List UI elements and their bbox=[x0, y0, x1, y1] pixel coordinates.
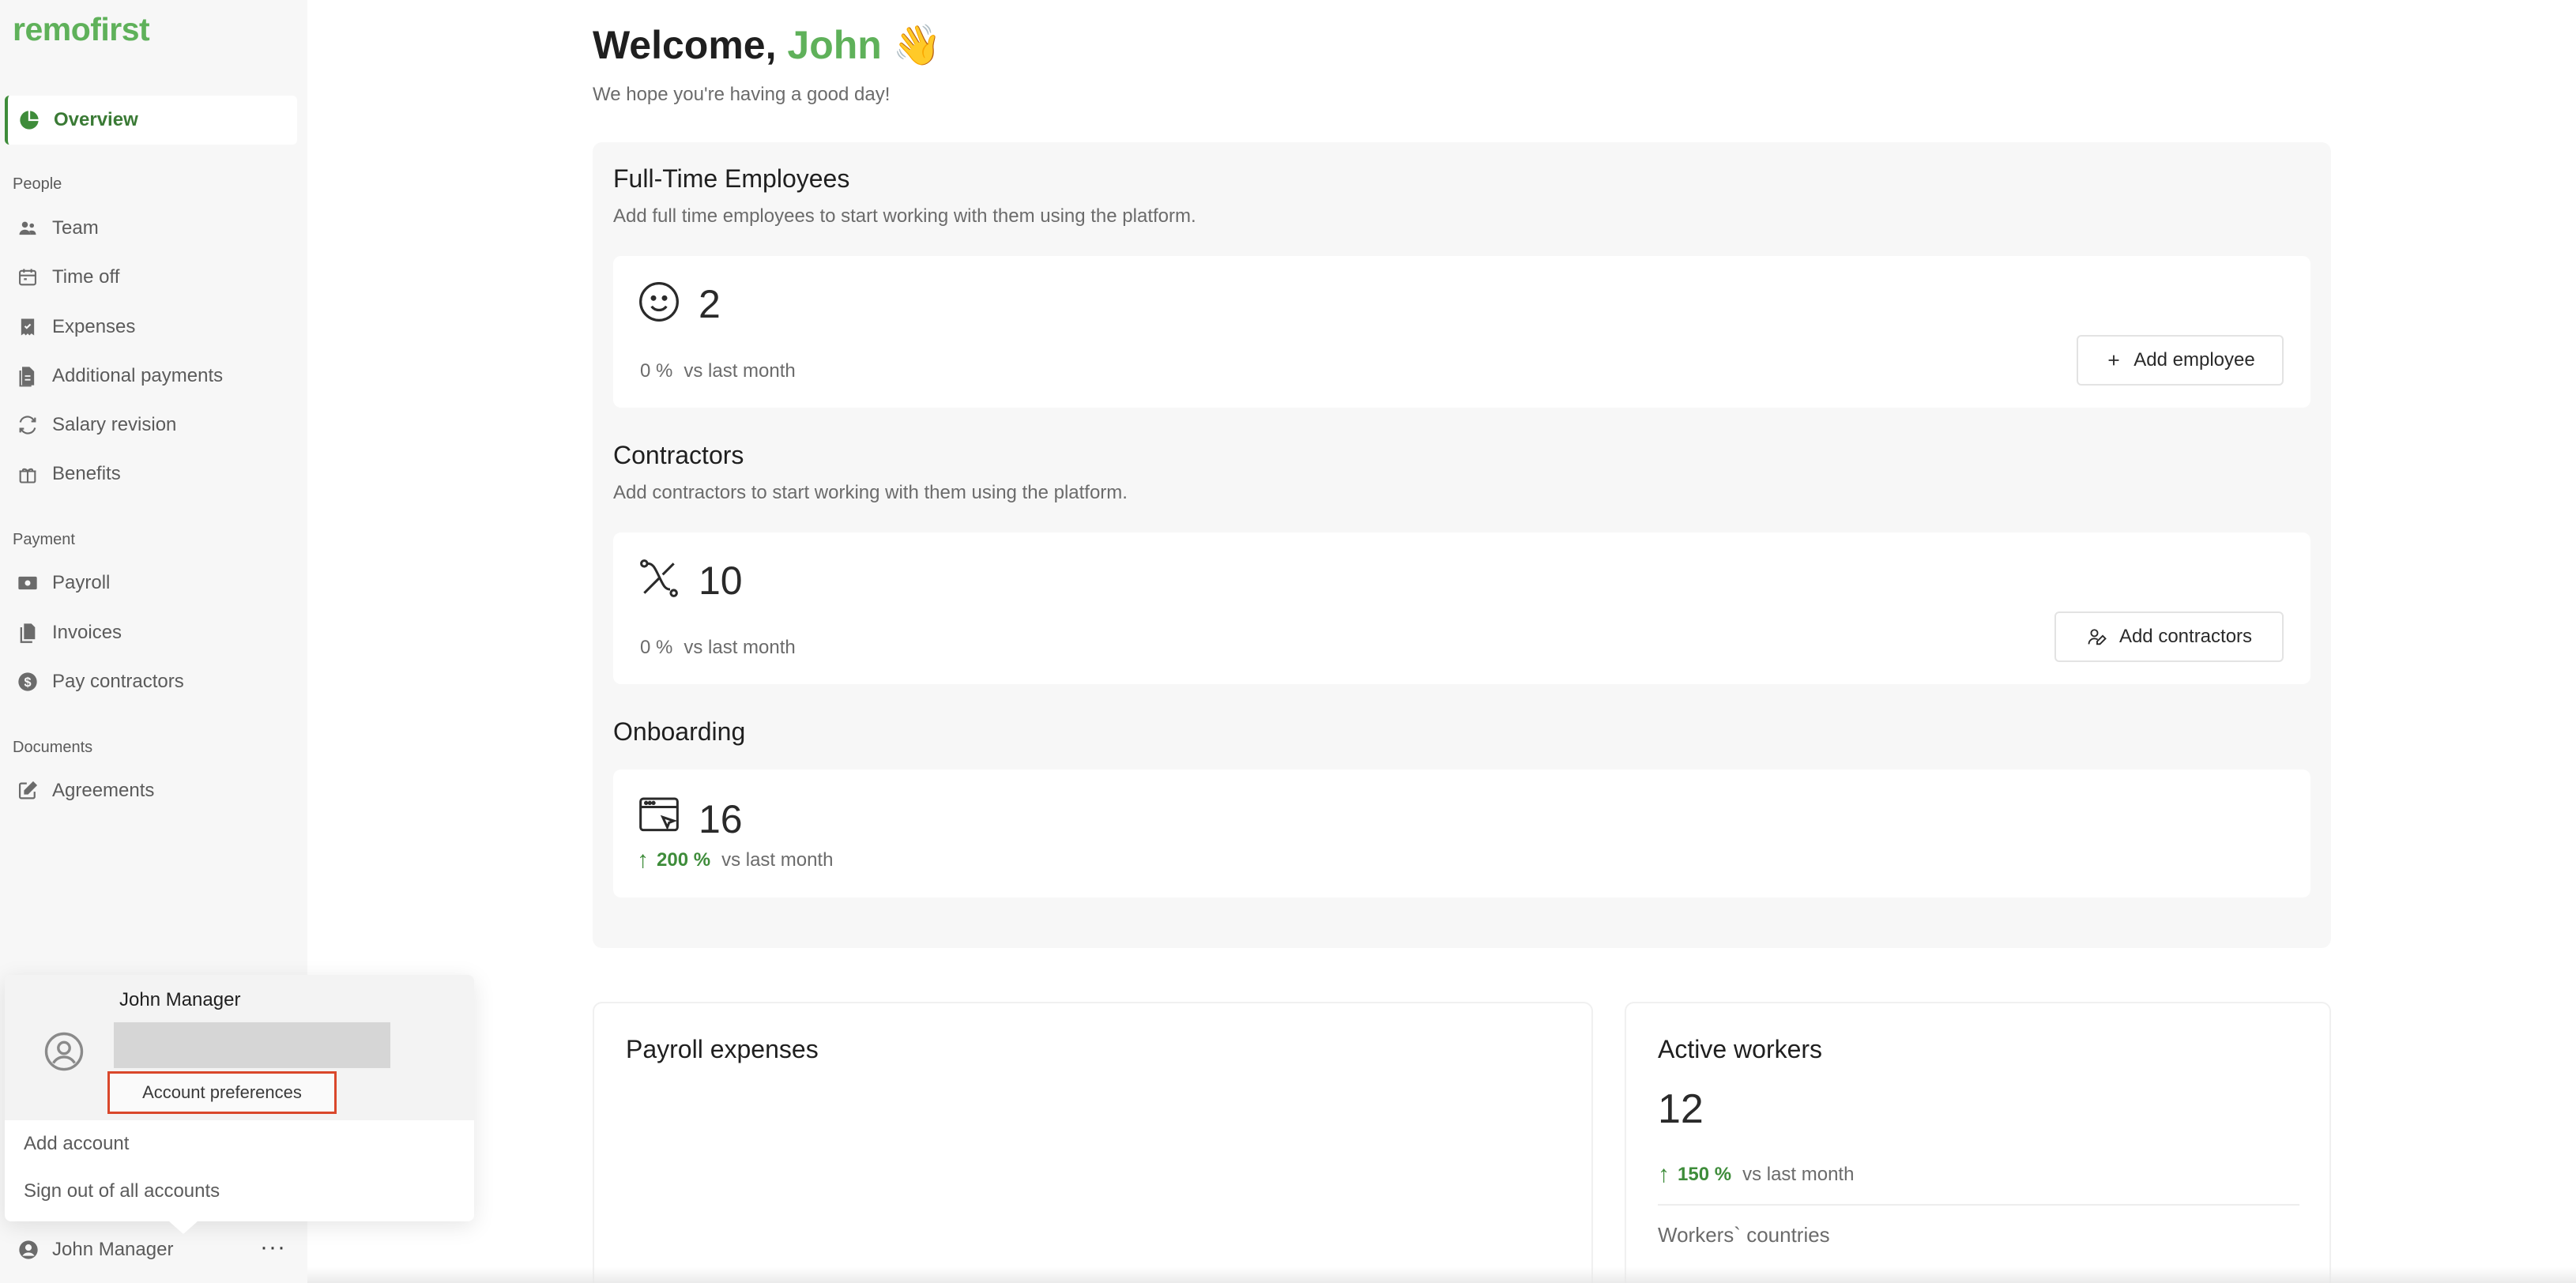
full-time-delta-pct: 0 % bbox=[640, 360, 673, 382]
payroll-expenses-title: Payroll expenses bbox=[626, 1035, 819, 1063]
route-icon bbox=[637, 556, 681, 600]
account-switcher[interactable]: John Manager ··· bbox=[5, 1229, 297, 1270]
account-preferences-button[interactable]: Account preferences bbox=[107, 1071, 337, 1114]
onboarding-delta: ↑ 200 % vs last month bbox=[637, 847, 833, 874]
contractors-title: Contractors bbox=[613, 441, 744, 469]
sidebar-item-team[interactable]: Team bbox=[5, 204, 297, 253]
plus-icon bbox=[2105, 352, 2122, 369]
workers-countries-label: Workers` countries bbox=[1658, 1223, 1830, 1247]
sidebar-item-overview[interactable]: Overview bbox=[5, 96, 297, 145]
bottom-shadow bbox=[307, 1267, 2576, 1283]
logo[interactable]: remofirst bbox=[13, 11, 150, 48]
contractors-description: Add contractors to start working with th… bbox=[613, 482, 1128, 503]
account-name: John Manager bbox=[119, 989, 241, 1010]
active-workers-delta-pct: 150 % bbox=[1678, 1164, 1732, 1185]
page-title: Welcome, John 👋 bbox=[593, 22, 942, 69]
redacted-email bbox=[114, 1022, 390, 1068]
smiley-icon bbox=[637, 280, 681, 324]
avatar-icon bbox=[43, 1030, 85, 1073]
add-contractors-label: Add contractors bbox=[2118, 626, 2253, 647]
arrow-up-icon: ↑ bbox=[1658, 1161, 1670, 1187]
sidebar-item-label: Time off bbox=[52, 266, 120, 288]
active-workers-delta: ↑ 150 % vs last month bbox=[1658, 1161, 1854, 1188]
calendar-icon bbox=[14, 264, 41, 291]
money-icon bbox=[14, 570, 41, 596]
sidebar-item-pay-contractors[interactable]: $ Pay contractors bbox=[5, 657, 297, 706]
sidebar-item-label: Agreements bbox=[52, 780, 155, 801]
section-label-payment: Payment bbox=[13, 531, 75, 548]
full-time-description: Add full time employees to start working… bbox=[613, 205, 1196, 227]
sidebar-item-payroll[interactable]: Payroll bbox=[5, 559, 297, 608]
pie-chart-icon bbox=[16, 107, 43, 134]
page-subtitle: We hope you're having a good day! bbox=[593, 84, 891, 105]
divider bbox=[1658, 1204, 2299, 1206]
full-time-delta: 0 % vs last month bbox=[640, 360, 796, 382]
section-label-documents: Documents bbox=[13, 739, 93, 756]
active-workers-card: Active workers 12 ↑ 150 % vs last month … bbox=[1625, 1002, 2331, 1283]
dollar-circle-icon: $ bbox=[14, 668, 41, 695]
welcome-name: John bbox=[787, 23, 882, 67]
arrow-up-icon: ↑ bbox=[637, 847, 649, 873]
sidebar-item-invoices[interactable]: Invoices bbox=[5, 608, 297, 657]
sidebar-item-benefits[interactable]: Benefits bbox=[5, 450, 297, 499]
onboarding-delta-pct: 200 % bbox=[657, 849, 711, 871]
sidebar-item-additional-payments[interactable]: Additional payments bbox=[5, 352, 297, 401]
sidebar-item-label: Salary revision bbox=[52, 414, 177, 435]
onboarding-title: Onboarding bbox=[613, 717, 746, 746]
full-time-card: 2 0 % vs last month Add employee bbox=[613, 256, 2310, 408]
sidebar-item-label: Additional payments bbox=[52, 365, 224, 386]
welcome-prefix: Welcome, bbox=[593, 23, 777, 67]
team-icon bbox=[14, 215, 41, 242]
onboarding-card: 16 ↑ 200 % vs last month bbox=[613, 769, 2310, 897]
add-employee-button[interactable]: Add employee bbox=[2077, 335, 2284, 386]
edit-icon bbox=[14, 777, 41, 804]
sidebar-item-label: Payroll bbox=[52, 572, 111, 593]
add-employee-label: Add employee bbox=[2133, 349, 2255, 371]
more-options-icon[interactable]: ··· bbox=[260, 1234, 286, 1261]
sidebar-item-expenses[interactable]: Expenses bbox=[5, 303, 297, 352]
add-contractors-button[interactable]: Add contractors bbox=[2054, 611, 2284, 662]
files-icon bbox=[14, 619, 41, 646]
wave-emoji: 👋 bbox=[892, 23, 943, 67]
sidebar-item-label: Team bbox=[52, 217, 99, 239]
full-time-title: Full-Time Employees bbox=[613, 164, 850, 193]
contractors-delta-label: vs last month bbox=[684, 637, 796, 658]
user-edit-icon bbox=[2086, 626, 2108, 648]
full-time-count: 2 bbox=[699, 282, 721, 326]
sidebar-item-label: Expenses bbox=[52, 316, 136, 337]
receipt-icon bbox=[14, 314, 41, 341]
payments-icon bbox=[14, 363, 41, 389]
contractors-delta: 0 % vs last month bbox=[640, 637, 796, 659]
payroll-expenses-card: Payroll expenses bbox=[593, 1002, 1593, 1283]
onboarding-delta-label: vs last month bbox=[721, 849, 834, 871]
sidebar-item-time-off[interactable]: Time off bbox=[5, 253, 297, 302]
add-account-link[interactable]: Add account bbox=[24, 1133, 129, 1155]
browser-cursor-icon bbox=[637, 793, 681, 837]
section-label-people: People bbox=[13, 175, 62, 193]
sidebar-item-label: Benefits bbox=[52, 463, 121, 484]
account-popup: John Manager Account preferences Add acc… bbox=[5, 975, 474, 1234]
sidebar-item-label: Overview bbox=[54, 109, 138, 130]
contractors-count: 10 bbox=[699, 559, 743, 603]
gift-icon bbox=[14, 461, 41, 487]
sidebar-item-agreements[interactable]: Agreements bbox=[5, 766, 297, 815]
contractors-card: 10 0 % vs last month Add contractors bbox=[613, 532, 2310, 684]
popup-caret bbox=[169, 1221, 198, 1234]
footer-user-name: John Manager bbox=[52, 1239, 174, 1260]
refresh-icon bbox=[14, 412, 41, 438]
sidebar-item-salary-revision[interactable]: Salary revision bbox=[5, 401, 297, 450]
sidebar-item-label: Pay contractors bbox=[52, 671, 184, 692]
active-workers-delta-label: vs last month bbox=[1742, 1164, 1855, 1185]
sidebar-item-label: Invoices bbox=[52, 622, 122, 643]
full-time-delta-label: vs last month bbox=[684, 360, 796, 382]
user-circle-icon bbox=[16, 1237, 41, 1262]
active-workers-title: Active workers bbox=[1658, 1035, 1823, 1063]
svg-text:$: $ bbox=[24, 675, 31, 690]
contractors-delta-pct: 0 % bbox=[640, 637, 673, 658]
active-workers-count: 12 bbox=[1658, 1086, 1704, 1132]
sign-out-all-link[interactable]: Sign out of all accounts bbox=[24, 1180, 220, 1202]
onboarding-count: 16 bbox=[699, 797, 743, 841]
